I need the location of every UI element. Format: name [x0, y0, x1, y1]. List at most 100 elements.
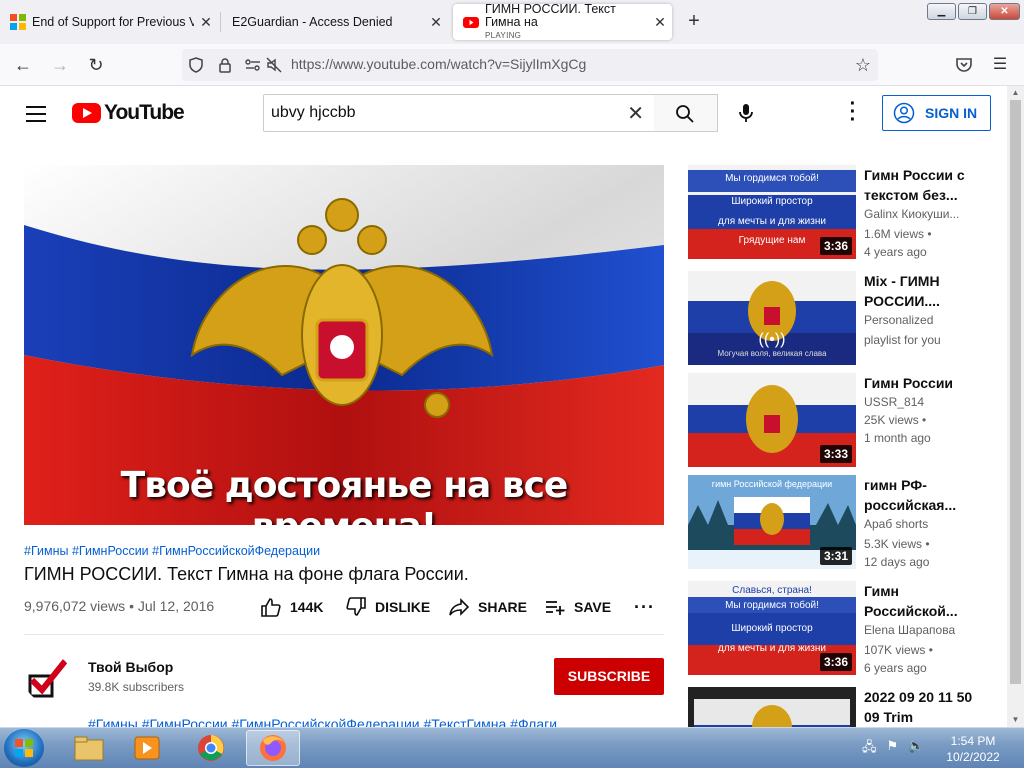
- page-scrollbar[interactable]: ▲ ▼: [1007, 86, 1024, 727]
- thumbnail-text: гимн Российской федерации: [711, 479, 833, 489]
- menu-hamburger-icon[interactable]: ☰: [988, 53, 1012, 77]
- permissions-icon[interactable]: [244, 57, 262, 73]
- video-player[interactable]: Твоё достоянье на все времена!: [24, 165, 664, 525]
- dislike-button[interactable]: DISLIKE: [345, 597, 430, 617]
- action-center-flag-icon[interactable]: ⚑: [887, 738, 899, 760]
- thumbnail-text: Могучая воля, великая слава: [717, 349, 827, 358]
- flag-thumbnail-image: [688, 687, 856, 727]
- thumbnail-text: Широкий простор: [731, 196, 813, 207]
- close-window-button[interactable]: ✕: [989, 3, 1020, 20]
- recommendation-views: playlist for you: [864, 333, 941, 347]
- forward-button[interactable]: →: [48, 53, 72, 77]
- lock-icon[interactable]: [217, 57, 233, 73]
- channel-avatar[interactable]: [24, 654, 72, 702]
- sign-in-button[interactable]: SIGN IN: [882, 95, 991, 131]
- recommendation-item[interactable]: Славься, страна! Мы гордимся тобой! Широ…: [688, 581, 1007, 677]
- close-tab-icon[interactable]: ✕: [648, 14, 672, 31]
- account-icon: [893, 102, 915, 124]
- save-button[interactable]: SAVE: [544, 597, 611, 617]
- like-count: 144K: [290, 599, 324, 615]
- firefox-icon: [260, 735, 286, 761]
- tab-e2guardian[interactable]: E2Guardian - Access Denied ✕: [222, 4, 448, 40]
- bookmark-star-icon[interactable]: ☆: [851, 53, 875, 77]
- search-button[interactable]: [654, 94, 718, 132]
- subscribe-button[interactable]: SUBSCRIBE: [554, 658, 664, 695]
- window-controls: ▁ ❐ ✕: [927, 3, 1020, 20]
- recommendation-channel: Personalized: [864, 313, 934, 327]
- clear-search-icon[interactable]: ✕: [627, 101, 644, 126]
- search-input[interactable]: ubvy hjccbb ✕: [263, 94, 655, 132]
- recommendation-age: 12 days ago: [864, 555, 930, 569]
- file-explorer-button[interactable]: [62, 730, 116, 766]
- shield-icon[interactable]: [188, 57, 204, 73]
- pocket-icon[interactable]: [955, 57, 973, 73]
- recommendation-thumbnail[interactable]: Славься, страна! Мы гордимся тобой! Широ…: [688, 581, 856, 675]
- volume-icon[interactable]: 🔈: [908, 738, 924, 760]
- duration-badge: 3:36: [819, 653, 852, 671]
- tab-youtube-active[interactable]: ГИМН РОССИИ. Текст Гимна на PLAYING ✕: [453, 3, 672, 40]
- thumbnail-text: Мы гордимся тобой!: [725, 173, 819, 184]
- media-player-button[interactable]: [120, 730, 174, 766]
- tab-separator: [220, 12, 221, 32]
- reload-button[interactable]: ↻: [84, 53, 108, 77]
- recommendation-thumbnail[interactable]: 3:33: [688, 373, 856, 467]
- autoplay-blocked-icon[interactable]: [266, 57, 282, 73]
- clock-date: 10/2/2022: [946, 750, 1000, 764]
- description-hashtags[interactable]: #Гимны #ГимнРоссии #ГимнРоссийскойФедера…: [88, 716, 557, 727]
- recommendation-title: Гимн Российской...: [864, 583, 958, 619]
- thumbnail-text: для мечты и для жизни: [718, 216, 826, 227]
- windows-logo-icon: [15, 739, 33, 757]
- more-actions-icon[interactable]: ···: [634, 597, 655, 618]
- close-tab-icon[interactable]: ✕: [424, 14, 448, 31]
- recommendation-thumbnail[interactable]: гимн Российской федерации 3:31: [688, 475, 856, 569]
- recommendation-item[interactable]: 2022 09 20 11 50 09 Trim: [688, 687, 1007, 727]
- youtube-page: YouTube ubvy hjccbb ✕ · · · SIGN IN Твоё…: [0, 86, 1007, 727]
- channel-name[interactable]: Твой Выбор: [88, 659, 173, 675]
- firefox-button[interactable]: [246, 730, 300, 766]
- recommendation-thumbnail[interactable]: Могучая воля, великая слава ((•)): [688, 271, 856, 365]
- recommendation-title: 2022 09 20 11 50 09 Trim: [864, 689, 973, 725]
- recommendation-item[interactable]: Могучая воля, великая слава ((•)) Mix - …: [688, 271, 1007, 367]
- recommendation-title: Гимн России: [864, 375, 954, 391]
- like-button[interactable]: 144K: [260, 597, 323, 617]
- recommendation-views: 1.6M views •: [864, 227, 932, 241]
- youtube-logo[interactable]: YouTube: [72, 101, 185, 125]
- video-hashtags[interactable]: #Гимны #ГимнРоссии #ГимнРоссийскойФедера…: [24, 544, 320, 558]
- tab-playing-status: PLAYING: [485, 30, 522, 40]
- thumbs-up-icon: [261, 598, 281, 617]
- scrollbar-thumb[interactable]: [1010, 100, 1021, 684]
- channel-subscribers: 39.8K subscribers: [88, 680, 185, 694]
- close-tab-icon[interactable]: ✕: [194, 14, 218, 31]
- scroll-down-arrow-icon[interactable]: ▼: [1007, 713, 1024, 727]
- settings-dots-icon[interactable]: · · ·: [845, 94, 861, 130]
- minimize-button[interactable]: ▁: [927, 3, 956, 20]
- search-icon: [676, 105, 694, 123]
- recommendation-views: 5.3K views •: [864, 537, 930, 551]
- scroll-up-arrow-icon[interactable]: ▲: [1007, 86, 1024, 100]
- clock-time: 1:54 PM: [950, 734, 996, 748]
- dislike-label: DISLIKE: [375, 599, 431, 615]
- maximize-button[interactable]: ❐: [958, 3, 987, 20]
- thumbnail-text: Широкий простор: [731, 623, 813, 634]
- chrome-button[interactable]: [184, 730, 238, 766]
- tab-end-of-support[interactable]: End of Support for Previous Versi ✕: [0, 4, 218, 40]
- recommendation-thumbnail[interactable]: [688, 687, 856, 727]
- youtube-logo-text: YouTube: [104, 101, 185, 124]
- folder-icon: [74, 736, 104, 761]
- recommendation-item[interactable]: гимн Российской федерации 3:31 гимн РФ- …: [688, 475, 1007, 571]
- system-clock[interactable]: 1:54 PM 10/2/2022: [938, 733, 1008, 765]
- voice-search-mic-icon[interactable]: [731, 98, 761, 128]
- start-button[interactable]: [4, 729, 44, 767]
- guide-menu-icon[interactable]: [26, 106, 46, 127]
- network-icon[interactable]: 🖧: [862, 738, 877, 760]
- chrome-icon: [198, 735, 224, 761]
- recommendation-item[interactable]: Мы гордимся тобой! Широкий простор для м…: [688, 165, 1007, 261]
- recommendation-thumbnail[interactable]: Мы гордимся тобой! Широкий простор для м…: [688, 165, 856, 259]
- back-button[interactable]: ←: [11, 53, 35, 77]
- url-bar[interactable]: https://www.youtube.com/watch?v=SijylImX…: [182, 49, 878, 81]
- recommendation-channel: Араб shorts: [864, 517, 929, 531]
- share-button[interactable]: SHARE: [448, 597, 527, 617]
- recommendation-item[interactable]: 3:33 Гимн России USSR_814 25K views • 1 …: [688, 373, 1007, 469]
- tab-title: End of Support for Previous Versi: [32, 15, 194, 29]
- new-tab-button[interactable]: +: [682, 10, 706, 33]
